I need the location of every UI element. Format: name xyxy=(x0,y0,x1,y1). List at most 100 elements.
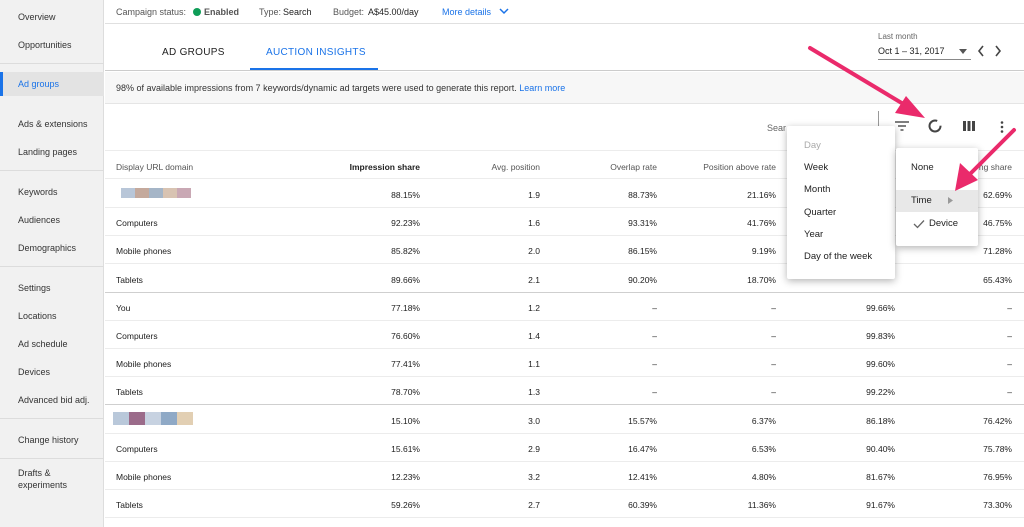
segment-icon[interactable] xyxy=(928,119,942,133)
cell-outranking-share: – xyxy=(1007,331,1012,341)
campaign-status-bar: Campaign status: Enabled Type: Search Bu… xyxy=(105,0,1024,24)
sidebar-item-ad-schedule[interactable]: Ad schedule xyxy=(0,332,104,356)
menu-item-month[interactable]: Month xyxy=(804,184,830,195)
cell-outranking-share: 75.78% xyxy=(983,443,1012,454)
cell-top-of-page-rate: 99.60% xyxy=(866,359,895,370)
sidebar-item-devices[interactable]: Devices xyxy=(0,360,104,384)
tab-ad-groups[interactable]: AD GROUPS xyxy=(162,47,225,58)
cell-overlap-rate: 88.73% xyxy=(628,190,657,200)
col-header-impression-share[interactable]: Impression share xyxy=(350,162,420,172)
cell-overlap-rate: – xyxy=(652,359,657,370)
cell-overlap-rate: 16.47% xyxy=(628,443,657,454)
learn-more-link[interactable]: Learn more xyxy=(519,83,565,93)
table-row: Tablets 78.70% 1.3 – – 99.22% – xyxy=(105,377,1024,406)
menu-item-year[interactable]: Year xyxy=(804,229,823,240)
sidebar-item-change-history[interactable]: Change history xyxy=(0,428,104,452)
menu-item-device[interactable]: Device xyxy=(929,218,958,229)
cell-outranking-share: 62.69% xyxy=(983,190,1012,200)
cell-overlap-rate: 12.41% xyxy=(628,472,657,482)
sidebar-item-ad-groups[interactable]: Ad groups xyxy=(0,72,104,96)
status-label: Campaign status: xyxy=(116,7,187,17)
domain-blurred-swatch xyxy=(121,188,191,200)
cell-domain: You xyxy=(116,302,131,313)
sidebar-item-locations[interactable]: Locations xyxy=(0,304,104,328)
cell-position-above-rate: 41.76% xyxy=(747,218,776,229)
col-header-overlap-rate[interactable]: Overlap rate xyxy=(610,162,657,172)
chevron-down-icon xyxy=(499,8,509,15)
date-range-value[interactable]: Oct 1 – 31, 2017 xyxy=(878,46,945,56)
cell-position-above-rate: 4.80% xyxy=(751,472,776,482)
search-label[interactable]: Sear xyxy=(767,123,786,133)
columns-icon[interactable] xyxy=(963,121,975,131)
cell-position-above-rate: 11.36% xyxy=(747,500,776,511)
cell-position-above-rate: 6.37% xyxy=(751,415,776,426)
sidebar-item-advanced-bid-adj[interactable]: Advanced bid adj. xyxy=(0,388,104,412)
cell-domain: Mobile phones xyxy=(116,472,172,482)
dropdown-arrow-icon[interactable] xyxy=(959,49,967,54)
more-options-icon[interactable] xyxy=(1000,121,1004,133)
filter-icon[interactable] xyxy=(895,121,909,131)
cell-impression-share: 88.15% xyxy=(391,190,420,200)
sidebar: Overview Opportunities Ad groups Ads & e… xyxy=(0,0,104,527)
cell-impression-share: 85.82% xyxy=(391,246,420,257)
time-segment-menu: Day Week Month Quarter Year Day of the w… xyxy=(787,126,895,279)
cell-outranking-share: 73.30% xyxy=(983,500,1012,511)
cell-avg-position: 3.0 xyxy=(528,415,540,426)
cell-position-above-rate: – xyxy=(771,302,776,313)
cell-avg-position: 2.1 xyxy=(528,274,540,285)
sidebar-item-opportunities[interactable]: Opportunities xyxy=(0,33,104,57)
cell-position-above-rate: – xyxy=(771,331,776,341)
cell-avg-position: 1.1 xyxy=(528,359,540,370)
cell-top-of-page-rate: 99.83% xyxy=(866,331,895,341)
sidebar-item-ads-extensions[interactable]: Ads & extensions xyxy=(0,112,104,136)
cell-position-above-rate: – xyxy=(771,359,776,370)
col-header-domain[interactable]: Display URL domain xyxy=(116,162,193,172)
col-header-outranking-share[interactable]: ng share xyxy=(979,162,1012,172)
cell-outranking-share: – xyxy=(1007,387,1012,398)
menu-item-day-of-week[interactable]: Day of the week xyxy=(804,251,872,262)
cell-overlap-rate: 90.20% xyxy=(628,274,657,285)
sidebar-item-settings[interactable]: Settings xyxy=(0,276,104,300)
more-details-link[interactable]: More details xyxy=(442,7,509,17)
type-label: Type: xyxy=(259,7,282,17)
info-bar: 98% of available impressions from 7 keyw… xyxy=(105,72,1024,104)
budget-label: Budget: xyxy=(333,7,365,17)
sidebar-item-experiments[interactable]: experiments xyxy=(0,479,104,491)
cell-impression-share: 76.60% xyxy=(391,331,420,341)
cell-top-of-page-rate: 99.66% xyxy=(866,302,895,313)
sidebar-item-demographics[interactable]: Demographics xyxy=(0,236,104,260)
cell-overlap-rate: 93.31% xyxy=(628,218,657,229)
col-header-position-above-rate[interactable]: Position above rate xyxy=(703,162,776,172)
menu-item-none[interactable]: None xyxy=(911,162,934,173)
cell-impression-share: 59.26% xyxy=(391,500,420,511)
table-row: Computers 15.61% 2.9 16.47% 6.53% 90.40% 75.78… xyxy=(105,434,1024,462)
cell-overlap-rate: – xyxy=(652,387,657,398)
menu-item-quarter[interactable]: Quarter xyxy=(804,207,836,218)
menu-item-week[interactable]: Week xyxy=(804,162,828,173)
cell-avg-position: 1.4 xyxy=(528,331,540,341)
cell-avg-position: 1.9 xyxy=(528,190,540,200)
prev-period-icon[interactable] xyxy=(977,45,985,57)
sidebar-item-audiences[interactable]: Audiences xyxy=(0,208,104,232)
submenu-arrow-icon xyxy=(948,197,953,204)
table-row: Mobile phones 77.41% 1.1 – – 99.60% – xyxy=(105,349,1024,378)
cell-overlap-rate: – xyxy=(652,302,657,313)
segment-type-menu: None Time Device xyxy=(896,148,978,246)
cell-domain: Mobile phones xyxy=(116,359,172,370)
sidebar-item-keywords[interactable]: Keywords xyxy=(0,180,104,204)
cell-position-above-rate: 9.19% xyxy=(751,246,776,257)
sidebar-item-drafts[interactable]: Drafts & xyxy=(0,467,104,479)
tabs-bar: AD GROUPS AUCTION INSIGHTS Last month Oc… xyxy=(105,25,1024,71)
col-header-avg-position[interactable]: Avg. position xyxy=(491,162,540,172)
cell-overlap-rate: – xyxy=(652,331,657,341)
menu-item-time[interactable]: Time xyxy=(911,195,932,206)
next-period-icon[interactable] xyxy=(994,45,1002,57)
sidebar-item-landing-pages[interactable]: Landing pages xyxy=(0,140,104,164)
check-icon xyxy=(913,220,925,229)
cell-outranking-share: 71.28% xyxy=(983,246,1012,257)
tab-auction-insights[interactable]: AUCTION INSIGHTS xyxy=(266,47,366,58)
cell-impression-share: 15.10% xyxy=(391,415,420,426)
sidebar-item-overview[interactable]: Overview xyxy=(0,5,104,29)
table-row: 15.10% 3.0 15.57% 6.37% 86.18% 76.42% xyxy=(105,406,1024,434)
app: Overview Opportunities Ad groups Ads & e… xyxy=(0,0,1024,527)
